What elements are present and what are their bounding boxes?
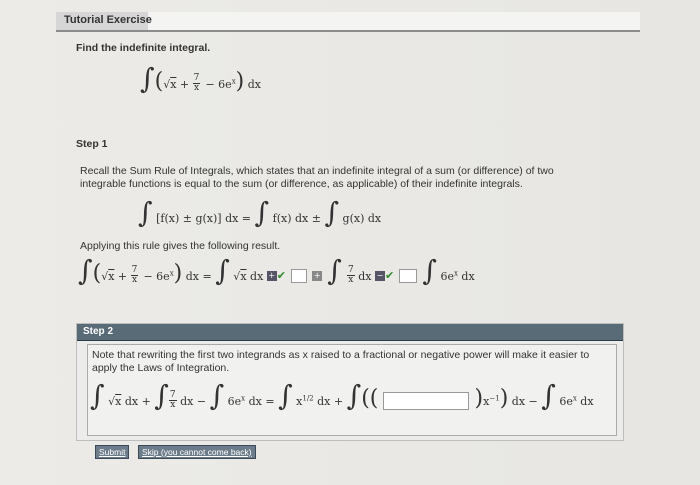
step1-title: Step 1 (76, 138, 108, 150)
step2-header: Step 2 (77, 324, 623, 341)
step2-text-2: apply the Laws of Integration. (92, 362, 230, 374)
answer-slot-2[interactable] (399, 268, 418, 283)
problem-prompt: Find the indefinite integral. (76, 42, 211, 54)
submit-button[interactable]: Submit (95, 445, 130, 459)
step2-equation: ∫ √x dx + ∫ 7 x dx − ∫ 6ex dx = ∫ x1/2 dx … (90, 379, 594, 412)
step2-answer-input[interactable] (383, 391, 470, 410)
step1-result: ∫(√x + 7x − 6ex) dx = ∫ √x dx + ✔ + ∫ 7x … (78, 254, 475, 287)
step2-title: Step 2 (83, 326, 114, 337)
step1-text-2: integrable functions is equal to the sum… (80, 178, 523, 190)
step1-text-1: Recall the Sum Rule of Integrals, which … (80, 165, 554, 177)
step2-content: Note that rewriting the first two integr… (87, 344, 617, 436)
step2-panel: Step 2 Note that rewriting the first two… (76, 323, 624, 441)
skip-button[interactable]: Skip (you cannot come back) (138, 445, 256, 459)
correct-check-icon: ✔ (276, 269, 286, 282)
sum-rule-formula: ∫ [f(x) ± g(x)] dx = ∫ f(x) dx ± ∫ g(x) … (138, 196, 382, 229)
problem-expression: ∫(√x + 7x − 6ex) dx (140, 62, 261, 95)
step2-text-1: Note that rewriting the first two integr… (92, 349, 590, 361)
answer-slot-1[interactable] (291, 268, 308, 283)
header-bar: Tutorial Exercise (56, 12, 640, 32)
apply-text: Applying this rule gives the following r… (80, 240, 281, 252)
plus-icon: + (312, 270, 323, 281)
operator-select-1[interactable]: + (266, 270, 277, 281)
header-title: Tutorial Exercise (64, 14, 152, 26)
operator-select-2[interactable]: − (374, 270, 385, 281)
correct-check-icon: ✔ (384, 269, 395, 282)
